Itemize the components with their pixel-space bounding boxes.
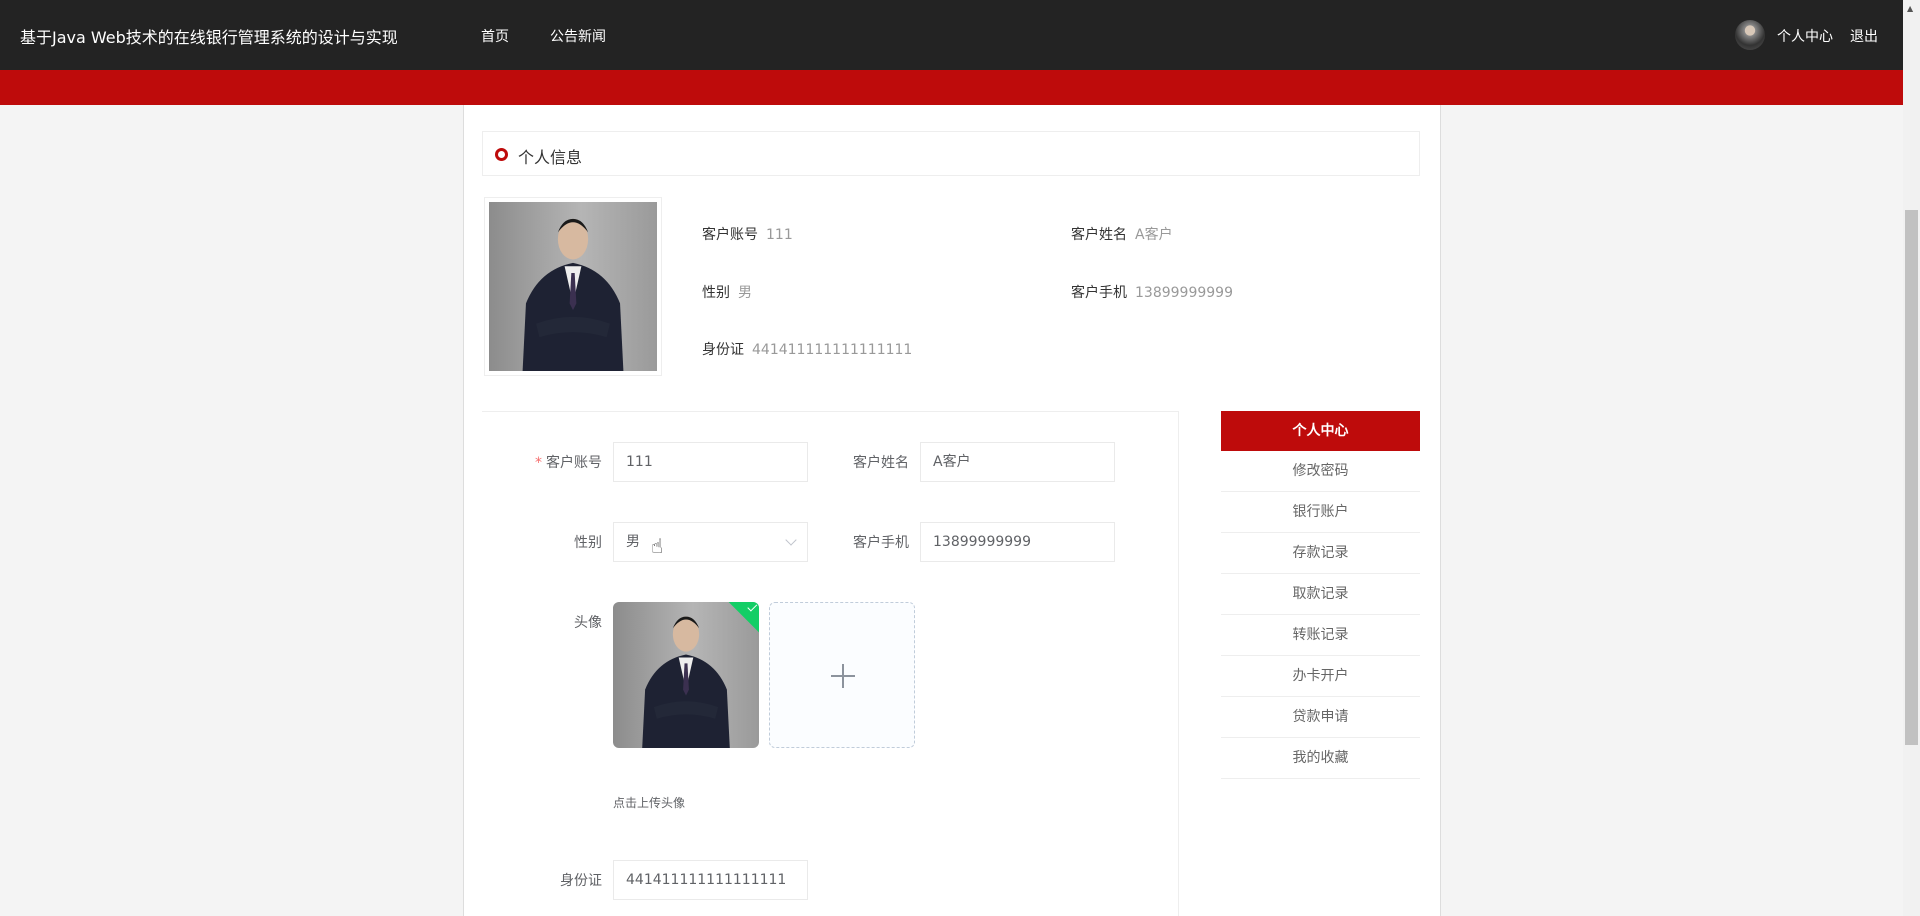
nav-logout[interactable]: 退出	[1850, 26, 1878, 46]
value: A客户	[1135, 227, 1173, 243]
sidebar-item-open-card[interactable]: 办卡开户	[1221, 656, 1420, 697]
label: 客户账号	[702, 227, 758, 243]
phone-input[interactable]: 13899999999	[920, 522, 1115, 562]
avatar-label: 头像	[574, 615, 602, 631]
label: 客户姓名	[1071, 227, 1127, 243]
account-label: * 客户账号	[482, 452, 602, 472]
sidebar-item-bank-account[interactable]: 银行账户	[1221, 492, 1420, 533]
hand-cursor-icon: ☝	[651, 534, 664, 558]
nav-news[interactable]: 公告新闻	[550, 26, 606, 46]
id-label: 身份证	[560, 873, 602, 889]
user-sidebar: 个人中心 修改密码 银行账户 存款记录 取款记录 转账记录 办卡开户 贷款申请 …	[1221, 411, 1420, 779]
gender-select[interactable]: 男	[613, 522, 808, 562]
value: 男	[738, 285, 752, 301]
sidebar-item-deposit-records[interactable]: 存款记录	[1221, 533, 1420, 574]
scrollbar-thumb[interactable]	[1905, 210, 1918, 745]
name-input[interactable]: A客户	[920, 442, 1115, 482]
sidebar-item-change-password[interactable]: 修改密码	[1221, 451, 1420, 492]
nav-user-center[interactable]: 个人中心	[1777, 26, 1833, 46]
section-ring-icon	[495, 148, 508, 161]
sidebar-item-loan-application[interactable]: 贷款申请	[1221, 697, 1420, 738]
info-account: 客户账号 111	[702, 224, 793, 244]
label: 身份证	[702, 342, 744, 358]
section-header: 个人信息	[482, 131, 1420, 176]
sidebar-item-transfer-records[interactable]: 转账记录	[1221, 615, 1420, 656]
value: 111	[766, 227, 793, 243]
info-name: 客户姓名 A客户	[1071, 224, 1173, 244]
value: 13899999999	[1135, 285, 1233, 301]
gender-value: 男	[626, 534, 640, 550]
section-title: 个人信息	[518, 148, 583, 167]
upload-hint: 点击上传头像	[613, 796, 686, 810]
upload-avatar-button[interactable]	[769, 602, 915, 748]
sidebar-item-favorites[interactable]: 我的收藏	[1221, 738, 1420, 779]
label-text: 客户账号	[546, 455, 602, 471]
page-scrollbar[interactable]: ▲	[1903, 0, 1920, 916]
info-id: 身份证 441411111111111111	[702, 339, 912, 359]
plus-icon-vertical	[842, 664, 844, 688]
required-mark: *	[535, 455, 542, 471]
info-gender: 性别男	[702, 282, 752, 302]
scroll-up-arrow-icon[interactable]: ▲	[1907, 4, 1913, 13]
gender-label: 性别	[574, 535, 602, 551]
info-phone: 客户手机 13899999999	[1071, 282, 1233, 302]
site-title: 基于Java Web技术的在线银行管理系统的设计与实现	[20, 28, 398, 47]
phone-label: 客户手机	[853, 535, 909, 551]
top-navbar: 基于Java Web技术的在线银行管理系统的设计与实现 首页 公告新闻 个人中心…	[0, 0, 1903, 70]
label: 客户手机	[1071, 285, 1127, 301]
name-label: 客户姓名	[853, 455, 909, 471]
user-avatar[interactable]	[1735, 20, 1765, 50]
account-input[interactable]: 111	[613, 442, 808, 482]
banner-band	[0, 70, 1903, 105]
id-input[interactable]: 441411111111111111	[613, 860, 808, 900]
sidebar-item-user-center[interactable]: 个人中心	[1221, 411, 1420, 451]
sidebar-item-withdraw-records[interactable]: 取款记录	[1221, 574, 1420, 615]
person-photo-icon	[522, 218, 624, 371]
label: 性别	[702, 285, 730, 301]
person-photo-icon	[642, 616, 730, 748]
profile-photo	[484, 197, 662, 376]
uploaded-avatar[interactable]	[613, 602, 759, 748]
value: 441411111111111111	[752, 342, 913, 358]
nav-home[interactable]: 首页	[481, 26, 509, 46]
